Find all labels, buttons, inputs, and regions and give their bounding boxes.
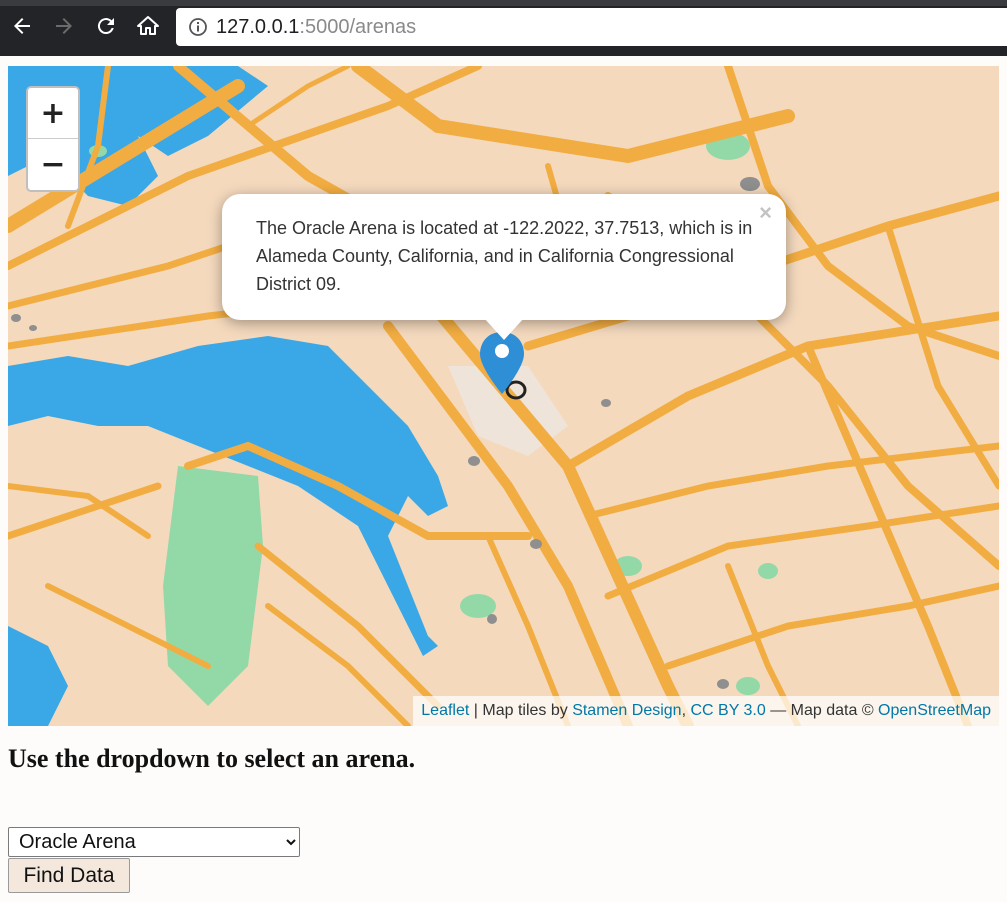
url-host: 127.0.0.1 [216, 16, 300, 38]
back-arrow-icon[interactable] [8, 12, 36, 40]
tab-strip-edge [0, 0, 1007, 6]
reload-icon[interactable] [92, 12, 120, 40]
zoom-out-button[interactable]: − [28, 138, 78, 189]
popup-tip [484, 318, 524, 340]
url-text: 127.0.0.1:5000/arenas [216, 16, 416, 39]
map-attribution: Leaflet | Map tiles by Stamen Design, CC… [413, 696, 999, 726]
browser-toolbar: 127.0.0.1:5000/arenas [0, 0, 1007, 56]
find-data-button[interactable]: Find Data [8, 858, 130, 893]
zoom-control: + − [26, 86, 80, 192]
popup-close-button[interactable]: × [759, 200, 772, 226]
osm-link[interactable]: OpenStreetMap [878, 702, 991, 719]
url-path: :5000/arenas [299, 16, 417, 38]
info-icon[interactable] [188, 17, 208, 37]
map-popup: The Oracle Arena is located at -122.2022… [222, 194, 786, 340]
stamen-link[interactable]: Stamen Design [572, 702, 681, 719]
map[interactable]: + − The Oracle Arena is located at -122.… [8, 66, 999, 726]
license-link[interactable]: CC BY 3.0 [690, 702, 765, 719]
leaflet-link[interactable]: Leaflet [421, 702, 469, 719]
attribution-text-2: — Map data © [765, 702, 879, 719]
forward-arrow-icon[interactable] [50, 12, 78, 40]
popup-text: The Oracle Arena is located at -122.2022… [256, 218, 753, 294]
arena-select[interactable]: Oracle Arena [8, 827, 300, 857]
address-bar[interactable]: 127.0.0.1:5000/arenas [176, 8, 1007, 46]
instructions-heading: Use the dropdown to select an arena. [8, 744, 416, 773]
zoom-in-button[interactable]: + [28, 88, 78, 138]
map-marker-icon[interactable] [480, 332, 540, 415]
attribution-text-1: | Map tiles by [469, 702, 573, 719]
home-icon[interactable] [134, 12, 162, 40]
